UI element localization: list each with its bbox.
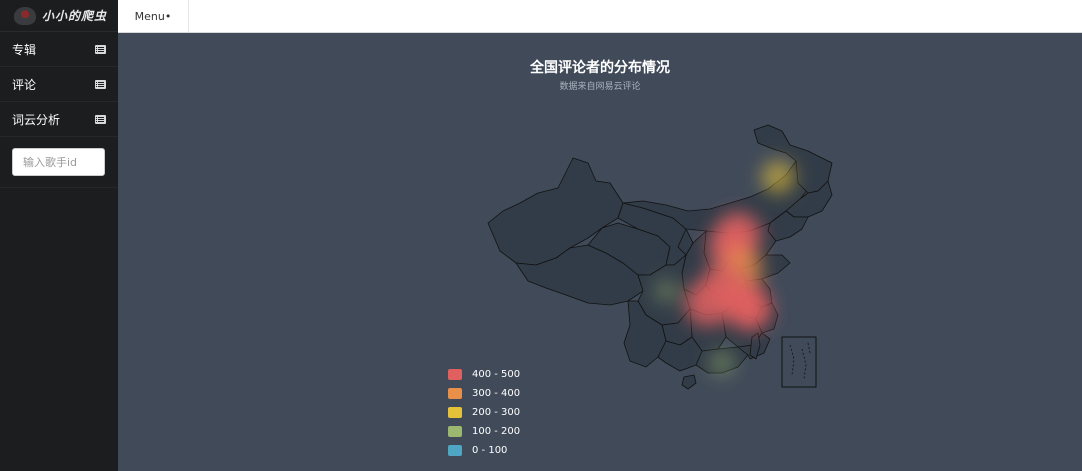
- sidebar-item-label: 词云分析: [12, 112, 61, 127]
- heat-point: [728, 287, 772, 331]
- region-hainan: [681, 374, 697, 390]
- spider-logo-icon: [14, 6, 36, 25]
- legend-label: 100 - 200: [472, 426, 521, 437]
- legend-label: 0 - 100: [472, 445, 508, 456]
- sidebar-item-comments[interactable]: 评论: [0, 67, 118, 102]
- legend-swatch: [448, 445, 462, 456]
- legend-swatch: [448, 426, 462, 437]
- sidebar-item-albums[interactable]: 专辑: [0, 32, 118, 67]
- list-icon: [95, 114, 106, 124]
- sidebar-item-label: 专辑: [12, 42, 37, 57]
- menu-tab[interactable]: Menu•: [118, 0, 189, 32]
- heat-point: [654, 279, 678, 303]
- list-icon: [95, 79, 106, 89]
- legend-item[interactable]: 400 - 500: [448, 365, 520, 384]
- sidebar-item-wordcloud[interactable]: 词云分析: [0, 102, 118, 137]
- legend-label: 200 - 300: [472, 407, 521, 418]
- legend-swatch: [448, 388, 462, 399]
- sidebar-item-label: 评论: [12, 77, 37, 92]
- brand[interactable]: 小小的爬虫: [0, 0, 118, 32]
- china-map: [487, 124, 833, 390]
- legend-item[interactable]: 0 - 100: [448, 441, 520, 460]
- legend-label: 400 - 500: [472, 369, 521, 380]
- legend-item[interactable]: 200 - 300: [448, 403, 520, 422]
- south-china-sea-inset: [781, 336, 817, 388]
- legend: 400 - 500 300 - 400 200 - 300 100 - 200 …: [448, 365, 520, 460]
- sidebar: 小小的爬虫 专辑 评论 词云分析: [0, 0, 118, 471]
- heat-point: [709, 350, 735, 376]
- legend-item[interactable]: 100 - 200: [448, 422, 520, 441]
- list-icon: [95, 44, 106, 54]
- legend-label: 300 - 400: [472, 388, 521, 399]
- legend-swatch: [448, 369, 462, 380]
- top-bar: Menu•: [118, 0, 1082, 33]
- brand-title: 小小的爬虫: [42, 9, 108, 23]
- singer-id-input[interactable]: [12, 148, 105, 176]
- legend-swatch: [448, 407, 462, 418]
- search-container: [0, 137, 118, 188]
- heat-point: [761, 160, 795, 194]
- heatmap-chart: 全国评论者的分布情况 数据来自网易云评论 400 - 500 300 - 400…: [118, 33, 1082, 471]
- legend-item[interactable]: 300 - 400: [448, 384, 520, 403]
